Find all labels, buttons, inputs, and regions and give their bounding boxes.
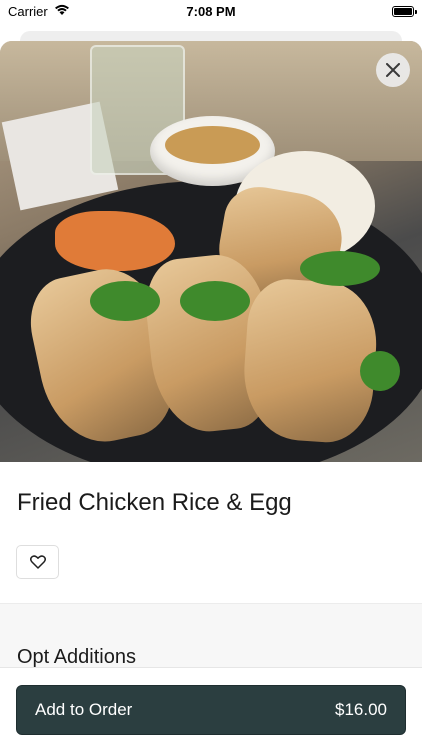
photo-herb (180, 281, 250, 321)
add-to-order-button[interactable]: Add to Order $16.00 (16, 685, 406, 735)
battery-icon (392, 5, 417, 17)
add-to-order-label: Add to Order (35, 700, 133, 719)
bottom-action-bar: Add to Order $16.00 (0, 667, 422, 750)
item-price: $16.00 (335, 700, 387, 719)
photo-sauce (165, 126, 260, 164)
item-detail-sheet: Fried Chicken Rice & Egg Opt Additions A… (0, 41, 422, 750)
item-title: Fried Chicken Rice & Egg (17, 489, 292, 516)
close-button[interactable] (376, 53, 410, 87)
favorite-button[interactable] (16, 545, 59, 579)
item-photo (0, 41, 422, 462)
photo-chicken (239, 276, 381, 446)
heart-icon (29, 555, 46, 569)
wifi-icon (54, 4, 70, 19)
close-icon (386, 63, 400, 77)
photo-herb (360, 351, 400, 391)
status-bar: Carrier 7:08 PM (0, 0, 422, 22)
carrier-label: Carrier (8, 3, 48, 19)
additions-title: Opt Additions (17, 646, 136, 668)
status-left: Carrier (8, 4, 70, 19)
photo-herb (300, 251, 380, 286)
photo-herb (90, 281, 160, 321)
